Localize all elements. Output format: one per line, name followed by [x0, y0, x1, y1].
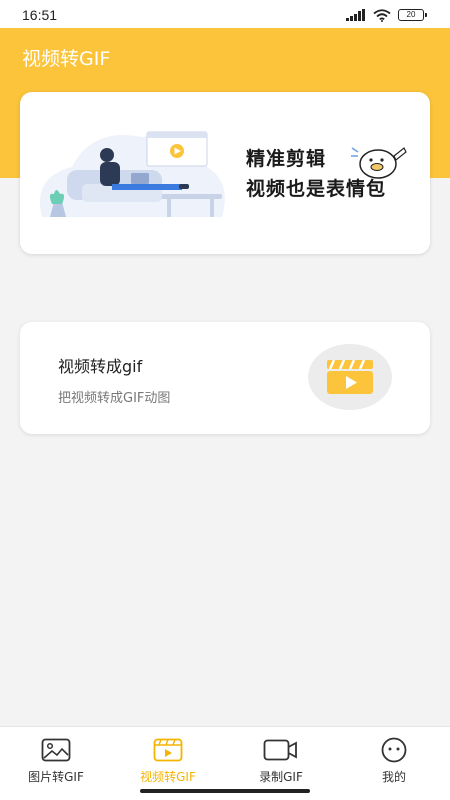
home-indicator	[140, 789, 310, 793]
banner-card[interactable]: 精准剪辑 视频也是表情包	[20, 92, 430, 254]
tab-record-gif[interactable]: 录制GIF	[225, 737, 337, 787]
tab-label: 图片转GIF	[28, 770, 84, 784]
status-icons: 20	[346, 8, 427, 22]
camera-icon	[263, 739, 297, 761]
image-icon	[41, 738, 71, 762]
video-to-gif-card[interactable]: 视频转成gif 把视频转成GIF动图	[20, 322, 430, 434]
status-bar: 16:51 20	[0, 0, 450, 28]
battery-indicator: 20	[398, 9, 427, 21]
page-title: 视频转GIF	[22, 48, 111, 70]
face-icon	[381, 737, 407, 763]
feature-subtitle: 把视频转成GIF动图	[58, 391, 171, 406]
signal-icon	[346, 9, 365, 21]
banner-illustration	[40, 131, 225, 217]
mascot-icon	[351, 147, 407, 179]
tab-label: 录制GIF	[259, 770, 303, 784]
video-clapper-icon[interactable]	[308, 344, 392, 410]
video-icon	[153, 738, 183, 762]
tab-label: 我的	[381, 770, 406, 784]
feature-title: 视频转成gif	[58, 357, 143, 376]
tab-label: 视频转GIF	[140, 770, 196, 784]
status-time: 16:51	[22, 7, 58, 23]
tab-mine[interactable]: 我的	[338, 737, 450, 787]
tab-video-to-gif[interactable]: 视频转GIF	[112, 737, 224, 787]
tab-image-to-gif[interactable]: 图片转GIF	[0, 737, 112, 787]
wifi-icon	[373, 8, 391, 22]
